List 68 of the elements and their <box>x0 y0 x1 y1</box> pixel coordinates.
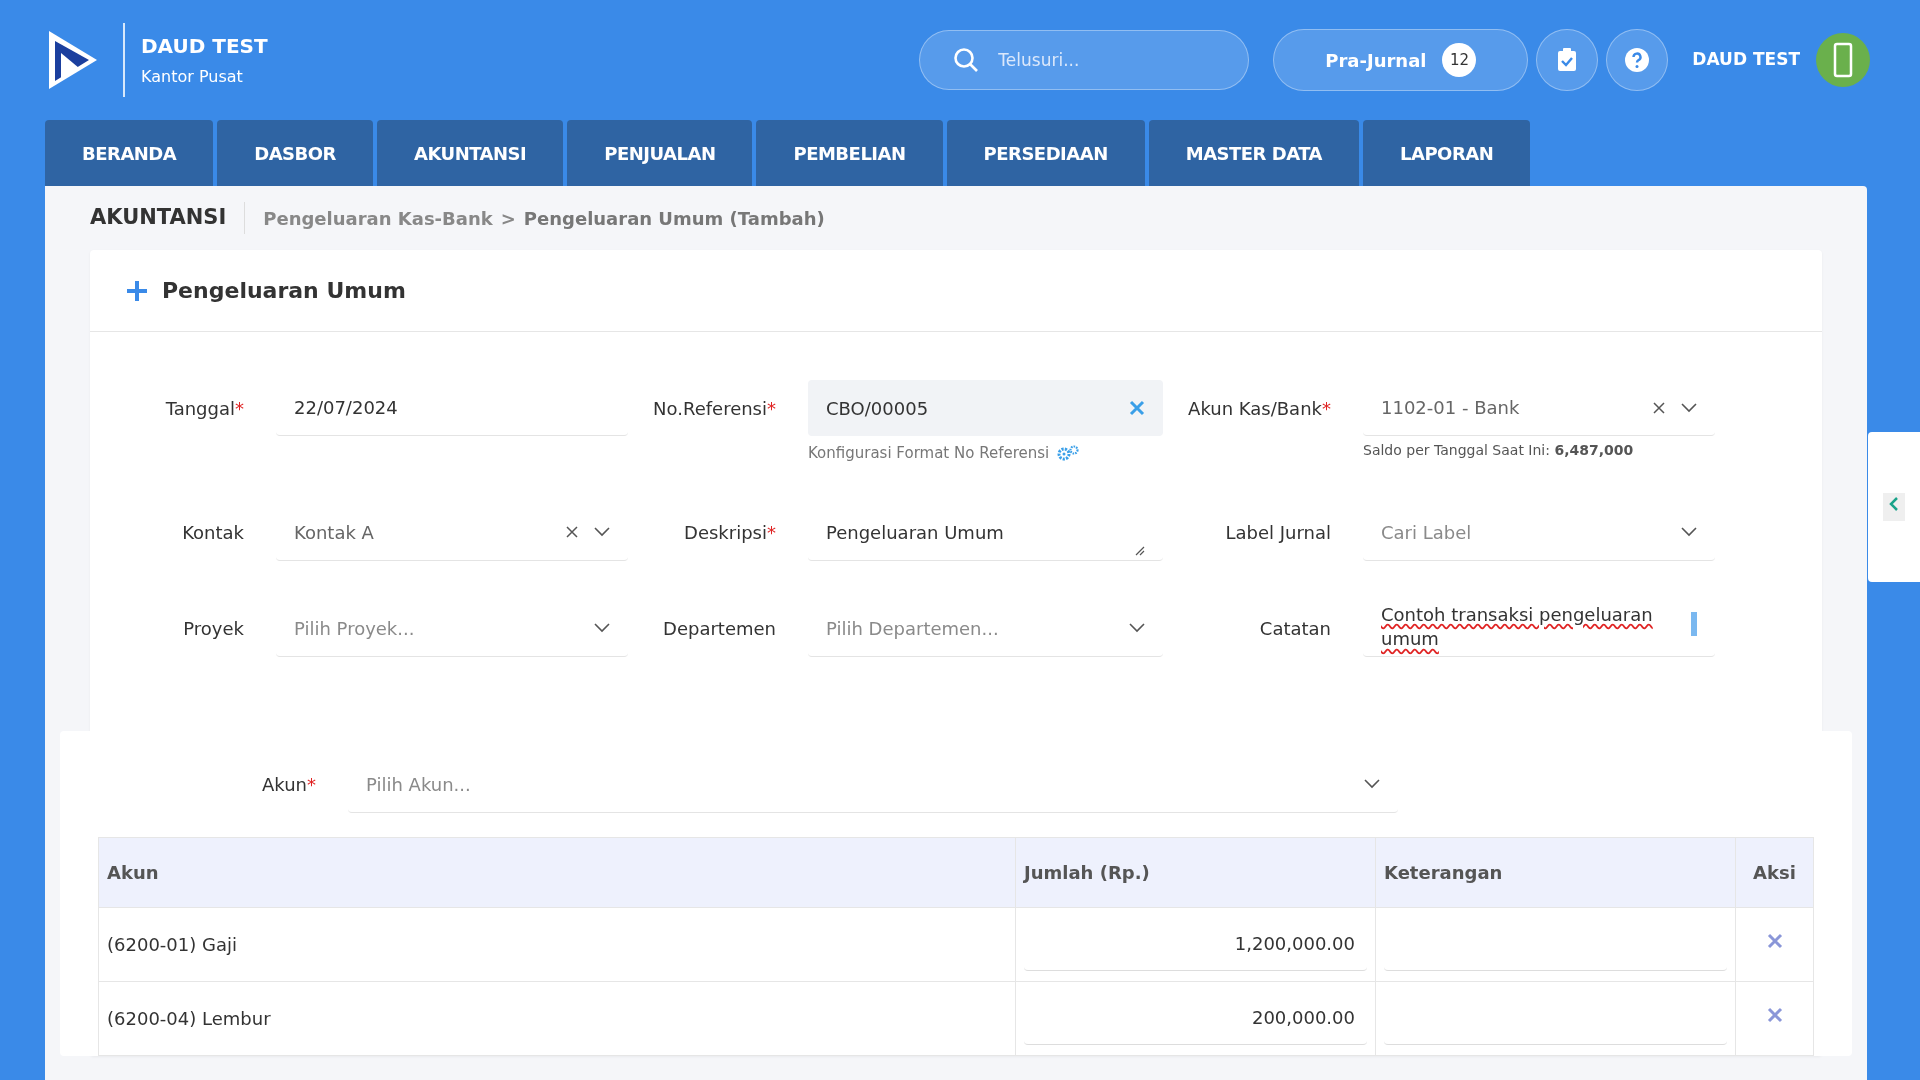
pra-jurnal-button[interactable]: Pra-Jurnal 12 <box>1273 29 1529 91</box>
chevron-down-icon[interactable] <box>1364 779 1380 789</box>
nav-tab[interactable]: BERANDA <box>45 120 214 186</box>
balance-text: Saldo per Tanggal Saat Ini: 6,487,000 <box>1363 441 1635 460</box>
select-field[interactable]: Kontak A <box>276 504 628 561</box>
chevron-down-icon[interactable] <box>1681 527 1697 537</box>
clear-icon[interactable] <box>1653 401 1665 414</box>
field-label: No.Referensi* <box>652 396 777 421</box>
select-field[interactable]: Pilih Akun... <box>348 756 1398 813</box>
field-label: Deskripsi* <box>683 521 777 545</box>
select-field[interactable]: Pilih Proyek... <box>276 600 628 657</box>
nav-tab[interactable]: LAPORAN <box>1363 120 1531 186</box>
plus-icon <box>126 279 148 302</box>
description-field[interactable]: Pengeluaran Umum <box>808 504 1163 561</box>
close-icon <box>1766 933 1783 949</box>
field-label: Proyek <box>182 617 245 641</box>
select-field[interactable]: Pilih Departemen... <box>808 600 1163 657</box>
form-title: Pengeluaran Umum <box>162 277 406 305</box>
field-label: Kontak <box>181 521 245 545</box>
side-panel-toggle[interactable] <box>1883 493 1905 521</box>
field-label: Tanggal* <box>164 396 245 421</box>
nav-tab[interactable]: PERSEDIAAN <box>946 120 1145 186</box>
chevron-left-icon <box>1889 496 1899 513</box>
column-header: Jumlah (Rp.) <box>1015 837 1376 907</box>
field-label: Departemen <box>662 617 777 641</box>
gears-icon <box>1057 445 1080 462</box>
reference-field[interactable]: CBO/00005 <box>808 380 1163 436</box>
amount-field[interactable]: 1,200,000.00 <box>1024 917 1367 971</box>
date-field[interactable]: 22/07/2024 <box>276 380 628 436</box>
resize-handle-icon <box>1135 545 1145 556</box>
field-label: Catatan <box>1258 617 1332 641</box>
chevron-down-icon[interactable] <box>594 527 610 537</box>
table-cell: (6200-04) Lembur <box>98 981 1016 1055</box>
table-cell: (6200-01) Gaji <box>98 907 1016 981</box>
help-icon <box>1625 48 1650 72</box>
section-title: AKUNTANSI <box>90 202 246 234</box>
phone-icon <box>1833 42 1853 78</box>
nav-tab[interactable]: PENJUALAN <box>567 120 753 186</box>
select-field[interactable]: Cari Label <box>1363 504 1715 561</box>
breadcrumb-link[interactable]: > <box>500 204 516 232</box>
search-icon <box>953 47 980 73</box>
nav-tab[interactable]: AKUNTANSI <box>376 120 564 186</box>
config-link[interactable]: Konfigurasi Format No Referensi <box>808 442 1050 465</box>
clipboard-check-icon <box>1557 48 1578 72</box>
chevron-down-icon[interactable] <box>1681 402 1697 413</box>
count-badge: 12 <box>1442 43 1477 77</box>
breadcrumb-link[interactable]: Pengeluaran Kas-Bank <box>263 204 493 232</box>
nav-tab[interactable]: PEMBELIAN <box>756 120 943 186</box>
avatar[interactable] <box>1816 33 1870 87</box>
breadcrumb-current: Pengeluaran Umum (Tambah) <box>523 206 825 231</box>
branch-name: Kantor Pusat <box>141 66 244 88</box>
field-label: Label Jurnal <box>1224 521 1332 545</box>
close-icon <box>1766 1007 1783 1023</box>
clear-icon[interactable] <box>566 526 578 538</box>
amount-field[interactable]: 200,000.00 <box>1024 991 1367 1045</box>
chevron-down-icon[interactable] <box>594 623 610 633</box>
select-field[interactable]: 1102-01 - Bank <box>1363 380 1715 436</box>
user-name: DAUD TEST <box>1692 48 1800 72</box>
column-header: Aksi <box>1735 837 1814 907</box>
field-label: Akun Kas/Bank* <box>1187 396 1332 421</box>
brand-title: DAUD TEST <box>141 33 268 60</box>
notes-field[interactable]: Contoh transaksi pengeluaran umum <box>1363 600 1715 657</box>
column-header: Keterangan <box>1375 837 1736 907</box>
chevron-down-icon[interactable] <box>1129 623 1145 633</box>
nav-tab[interactable]: MASTER DATA <box>1148 120 1360 186</box>
column-header: Akun <box>98 837 1016 907</box>
field-label: Akun* <box>261 773 317 797</box>
nav-tab[interactable]: DASBOR <box>217 120 373 186</box>
